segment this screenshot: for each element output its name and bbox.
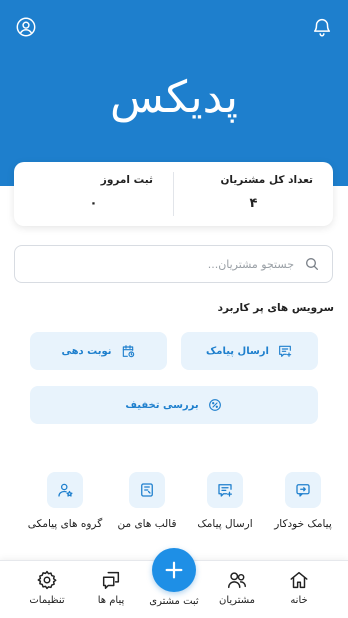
appointment-button[interactable]: نوبت دهی <box>30 332 167 370</box>
plus-icon <box>165 561 183 579</box>
nav-home-label: خانه <box>290 595 308 606</box>
add-customer-fab[interactable] <box>152 548 196 592</box>
stat-total-customers-label: تعداد کل مشتریان <box>220 174 313 186</box>
send-sms-label: ارسال پیامک <box>206 345 269 357</box>
stats-card: تعداد کل مشتریان ۴ ثبت امروز ۰ <box>14 162 333 226</box>
nav-customers[interactable]: مشتریان <box>206 569 268 606</box>
message-plus-icon <box>279 345 292 357</box>
nav-messages[interactable]: پیام ها <box>80 569 142 606</box>
user-circle-icon[interactable] <box>15 16 37 38</box>
discount-check-button[interactable]: بررسی تخفیف <box>30 386 318 424</box>
percent-circle-icon <box>208 399 221 411</box>
nav-messages-label: پیام ها <box>97 595 125 606</box>
tile-label: قالب های من <box>117 518 177 530</box>
stat-total-customers-value: ۴ <box>249 196 258 211</box>
search-input[interactable] <box>27 257 294 271</box>
bell-icon[interactable] <box>311 16 333 38</box>
tile-auto-message[interactable]: پیامک خودکار <box>258 472 348 530</box>
stat-today-label: ثبت امروز <box>100 174 153 186</box>
tiles-row: پیامک خودکار ارسال پیامک قالب های من گرو… <box>0 472 348 542</box>
tile-message-groups[interactable]: گروه های پیامکی <box>20 472 110 530</box>
stat-today: ثبت امروز ۰ <box>14 162 173 226</box>
appointment-label: نوبت دهی <box>61 345 112 357</box>
gear-icon <box>37 570 57 590</box>
home-icon <box>290 571 308 589</box>
stat-total-customers: تعداد کل مشتریان ۴ <box>174 162 333 226</box>
group-star-icon <box>47 472 83 508</box>
send-message-icon <box>207 472 243 508</box>
discount-check-label: بررسی تخفیف <box>125 399 199 411</box>
auto-message-icon <box>285 472 321 508</box>
stat-today-value: ۰ <box>89 196 98 211</box>
calendar-clock-icon <box>122 345 134 358</box>
nav-home[interactable]: خانه <box>268 569 330 606</box>
header-banner: پدیکس <box>0 0 348 186</box>
send-sms-button[interactable]: ارسال پیامک <box>181 332 318 370</box>
add-customer-label: ثبت مشتری <box>149 596 199 607</box>
tile-label: ارسال پیامک <box>197 518 253 530</box>
messages-icon <box>102 571 120 589</box>
nav-settings[interactable]: تنظیمات <box>16 569 78 606</box>
template-icon <box>129 472 165 508</box>
nav-settings-label: تنظیمات <box>29 595 65 606</box>
tile-send-message[interactable]: ارسال پیامک <box>180 472 270 530</box>
section-title-services: سرویس های پر کاربرد <box>217 302 334 314</box>
search-box[interactable] <box>14 245 333 283</box>
tile-label: گروه های پیامکی <box>27 518 103 530</box>
brand-logo: پدیکس <box>110 72 238 123</box>
users-icon <box>228 572 246 589</box>
tile-templates[interactable]: قالب های من <box>102 472 192 530</box>
nav-customers-label: مشتریان <box>219 595 255 606</box>
tile-label: پیامک خودکار <box>274 518 332 530</box>
search-icon <box>306 258 318 270</box>
